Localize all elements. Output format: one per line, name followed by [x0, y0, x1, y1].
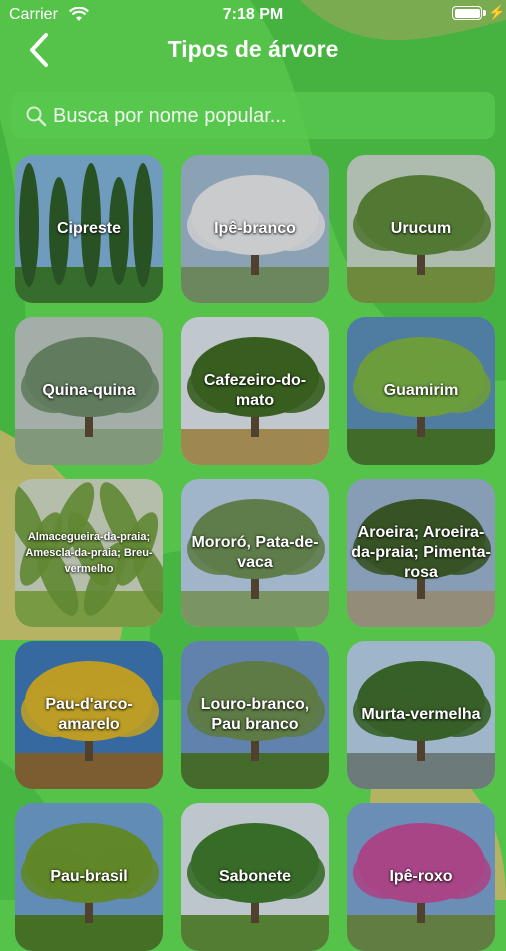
search-bar[interactable] — [11, 92, 495, 141]
tree-name-label: Almacegueira-da-praia; Amescla-da-praia;… — [25, 531, 153, 575]
tree-name-label: Ipê-branco — [214, 220, 296, 237]
tree-card[interactable]: Pau-brasil — [15, 803, 163, 951]
navigation-bar: Tipos de árvore — [0, 28, 506, 72]
tree-name-label: Pau-d'arco-amarelo — [45, 696, 133, 733]
tree-name-label: Cafezeiro-do-mato — [203, 372, 307, 409]
search-input[interactable] — [51, 92, 485, 141]
status-time: 7:18 PM — [222, 6, 284, 23]
tree-name-label: Ipê-roxo — [389, 868, 453, 885]
back-chevron-icon[interactable] — [22, 30, 62, 70]
tree-card[interactable]: Aroeira; Aroeira-da-praia; Pimenta-rosa — [347, 479, 495, 627]
search-icon — [26, 106, 47, 127]
tree-card[interactable]: Louro-branco, Pau branco — [181, 641, 329, 789]
tree-card[interactable]: Guamirim — [347, 317, 495, 465]
tree-name-label: Mororó, Pata-de-vaca — [191, 534, 319, 571]
charging-icon: ⚡ — [488, 4, 506, 20]
tree-name-label: Aroeira; Aroeira-da-praia; Pimenta-rosa — [351, 524, 491, 581]
tree-card[interactable]: Pau-d'arco-amarelo — [15, 641, 163, 789]
tree-card[interactable]: Quina-quina — [15, 317, 163, 465]
tree-name-label: Pau-brasil — [50, 868, 128, 885]
tree-card[interactable]: Sabonete — [181, 803, 329, 951]
tree-card[interactable]: Murta-vermelha — [347, 641, 495, 789]
tree-card[interactable]: Ipê-roxo — [347, 803, 495, 951]
tree-card[interactable]: Ipê-branco — [181, 155, 329, 303]
battery-tip — [483, 10, 486, 16]
tree-card[interactable]: Almacegueira-da-praia; Amescla-da-praia;… — [15, 479, 163, 627]
battery-icon — [452, 6, 482, 20]
tree-card[interactable]: Cafezeiro-do-mato — [181, 317, 329, 465]
tree-name-label: Quina-quina — [42, 382, 136, 399]
page-title: Tipos de árvore — [167, 36, 339, 62]
tree-name-label: Sabonete — [218, 868, 291, 885]
tree-name-label: Murta-vermelha — [361, 706, 481, 723]
status-bar: Carrier 7:18 PM ⚡ — [0, 0, 506, 30]
tree-name-label: Cipreste — [56, 220, 122, 237]
tree-card[interactable]: Mororó, Pata-de-vaca — [181, 479, 329, 627]
tree-name-label: Guamirim — [383, 382, 459, 399]
tree-card[interactable]: Urucum — [347, 155, 495, 303]
tree-card[interactable]: Cipreste — [15, 155, 163, 303]
tree-name-label: Urucum — [390, 220, 452, 237]
tree-name-label: Louro-branco, Pau branco — [200, 696, 310, 733]
